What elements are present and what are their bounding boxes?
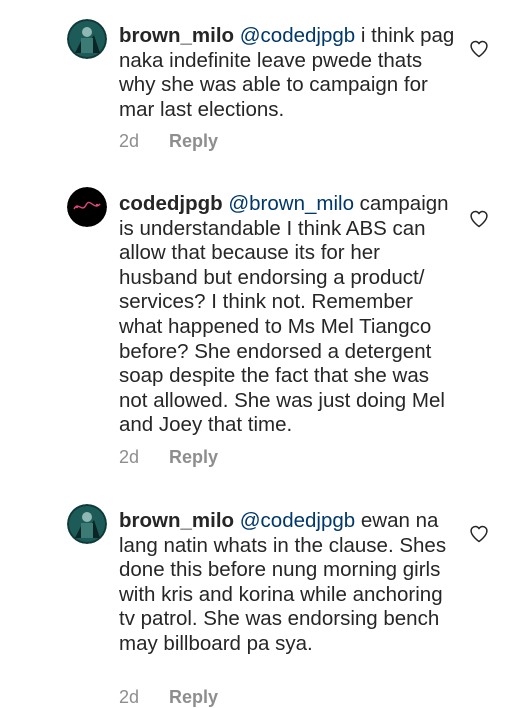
avatar[interactable] bbox=[67, 19, 107, 59]
comment-text: brown_milo @codedjpgb ewan na lang natin… bbox=[119, 509, 459, 657]
reply-button[interactable]: Reply bbox=[169, 447, 218, 467]
profile-photo-icon bbox=[67, 19, 107, 59]
avatar[interactable] bbox=[67, 504, 107, 544]
comment-meta: 2d Reply bbox=[119, 131, 218, 152]
comment-text: brown_milo @codedjpgb i think pag naka i… bbox=[119, 24, 459, 122]
comment-text: codedjpgb @brown_milo campaign is unders… bbox=[119, 192, 459, 438]
comment-meta: 2d Reply bbox=[119, 447, 218, 468]
heart-icon[interactable] bbox=[469, 39, 489, 59]
comment-mention[interactable]: @brown_milo bbox=[228, 192, 354, 215]
comment-mention[interactable]: @codedjpgb bbox=[240, 509, 355, 532]
comment-item: brown_milo @codedjpgb ewan na lang natin… bbox=[0, 490, 520, 707]
profile-logo-icon bbox=[67, 187, 107, 227]
comment-item: brown_milo @codedjpgb i think pag naka i… bbox=[0, 0, 520, 170]
heart-icon[interactable] bbox=[469, 209, 489, 229]
avatar[interactable] bbox=[67, 187, 107, 227]
comment-username[interactable]: codedjpgb bbox=[119, 192, 223, 215]
comment-username[interactable]: brown_milo bbox=[119, 509, 234, 532]
comment-timestamp: 2d bbox=[119, 131, 140, 151]
comment-meta: 2d Reply bbox=[119, 687, 218, 708]
profile-photo-icon bbox=[67, 504, 107, 544]
reply-button[interactable]: Reply bbox=[169, 131, 218, 151]
comment-username[interactable]: brown_milo bbox=[119, 24, 234, 47]
comment-item: codedjpgb @brown_milo campaign is unders… bbox=[0, 170, 520, 490]
comment-mention[interactable]: @codedjpgb bbox=[240, 24, 355, 47]
reply-button[interactable]: Reply bbox=[169, 687, 218, 707]
comment-body: campaign is understandable I think ABS c… bbox=[119, 192, 449, 437]
comment-timestamp: 2d bbox=[119, 447, 140, 467]
comment-timestamp: 2d bbox=[119, 687, 140, 707]
heart-icon[interactable] bbox=[469, 524, 489, 544]
